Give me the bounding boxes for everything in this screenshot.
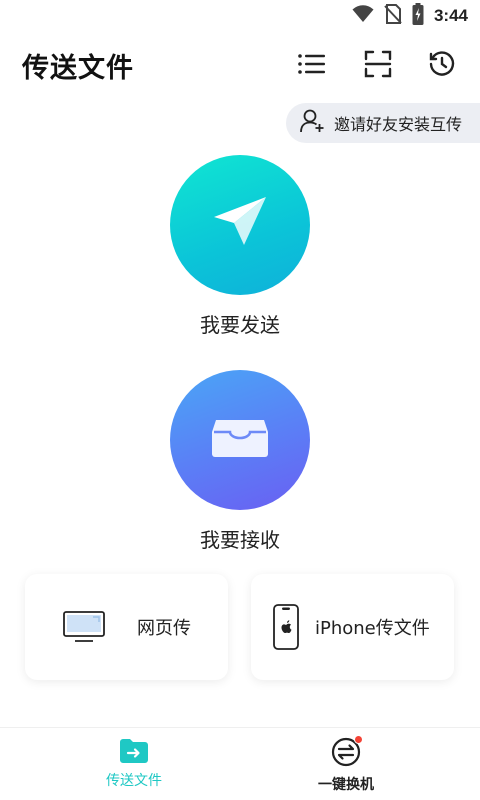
send-label: 我要发送 <box>200 313 280 337</box>
header: 传送文件 <box>0 40 480 90</box>
history-button[interactable] <box>422 46 462 86</box>
tab-transfer-files[interactable]: 传送文件 <box>14 728 254 800</box>
wifi-icon <box>352 5 374 27</box>
iphone-transfer-card[interactable]: iPhone传文件 <box>251 574 454 680</box>
receive-label: 我要接收 <box>200 528 280 552</box>
invite-friends-button[interactable]: 邀请好友安装互传 <box>286 103 480 143</box>
tab-transfer-files-label: 传送文件 <box>106 773 162 789</box>
list-button[interactable] <box>292 46 332 86</box>
no-sim-icon <box>384 4 402 28</box>
status-icons: 3:44 <box>352 3 468 29</box>
monitor-icon <box>63 611 105 643</box>
receive-button[interactable]: 我要接收 <box>168 370 312 553</box>
status-time: 3:44 <box>433 6 468 25</box>
list-icon <box>298 53 326 79</box>
folder-transfer-icon <box>119 738 149 764</box>
bottom-nav: 传送文件 一键换机 <box>0 727 480 800</box>
paper-plane-icon <box>210 193 270 257</box>
swap-icon <box>330 735 363 768</box>
scan-icon <box>364 50 392 82</box>
receive-circle[interactable] <box>170 370 310 510</box>
inbox-icon <box>211 418 269 462</box>
send-button[interactable]: 我要发送 <box>168 155 312 338</box>
web-transfer-card[interactable]: 网页传 <box>25 574 228 680</box>
status-bar: 3:44 <box>0 0 480 32</box>
battery-icon <box>412 3 424 29</box>
web-transfer-label: 网页传 <box>137 618 191 639</box>
send-circle[interactable] <box>170 155 310 295</box>
invite-label: 邀请好友安装互传 <box>334 115 463 134</box>
tab-one-click-switch[interactable]: 一键换机 <box>226 728 466 800</box>
scan-button[interactable] <box>358 46 398 86</box>
page-title: 传送文件 <box>22 53 134 84</box>
tab-one-click-switch-label: 一键换机 <box>318 777 374 793</box>
history-icon <box>428 50 456 82</box>
add-user-icon <box>300 109 326 137</box>
notification-badge <box>354 735 363 744</box>
iphone-icon <box>273 604 299 650</box>
iphone-transfer-label: iPhone传文件 <box>315 618 430 639</box>
